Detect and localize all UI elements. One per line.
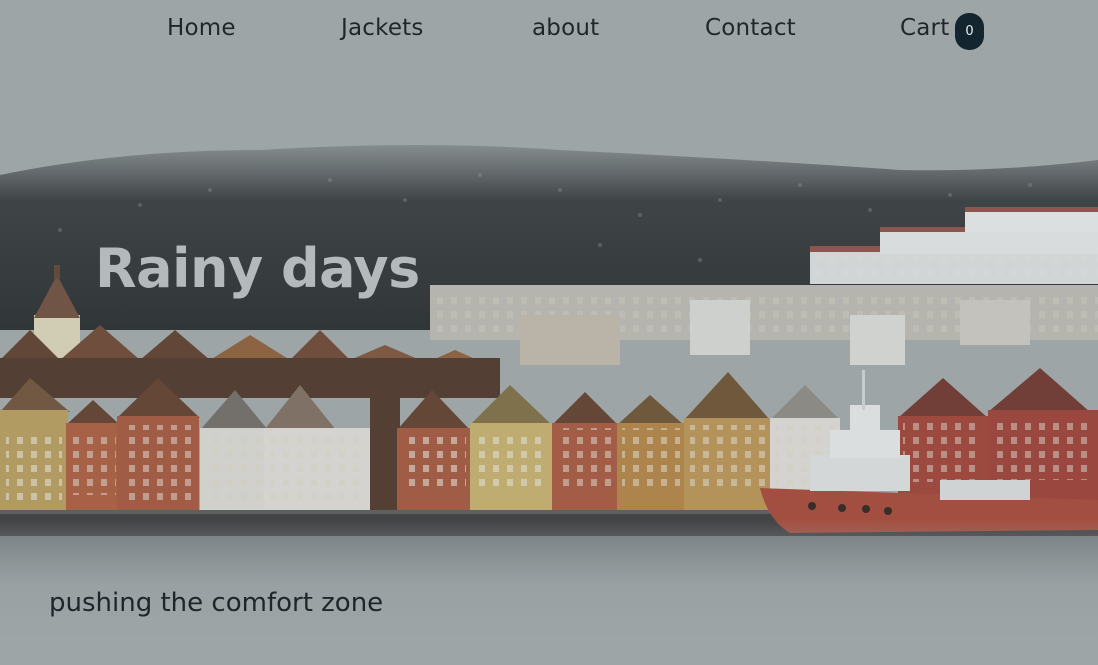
- nav-link-jackets[interactable]: Jackets: [341, 12, 424, 44]
- nav-link-about[interactable]: about: [532, 12, 599, 44]
- hero-banner: [0, 0, 1098, 665]
- nav-link-cart[interactable]: Cart: [900, 12, 949, 44]
- nav-link-contact[interactable]: Contact: [705, 12, 796, 44]
- landing-page: Home Jackets about Contact Cart 0 Rainy …: [0, 0, 1098, 665]
- nav-link-home[interactable]: Home: [167, 12, 236, 44]
- hero-harbour-image: [0, 0, 1098, 665]
- cart-count-badge[interactable]: 0: [955, 13, 984, 50]
- hero-tagline: pushing the comfort zone: [49, 588, 384, 618]
- hero-title: Rainy days: [95, 237, 420, 300]
- main-navigation: Home Jackets about Contact Cart 0: [0, 0, 1098, 60]
